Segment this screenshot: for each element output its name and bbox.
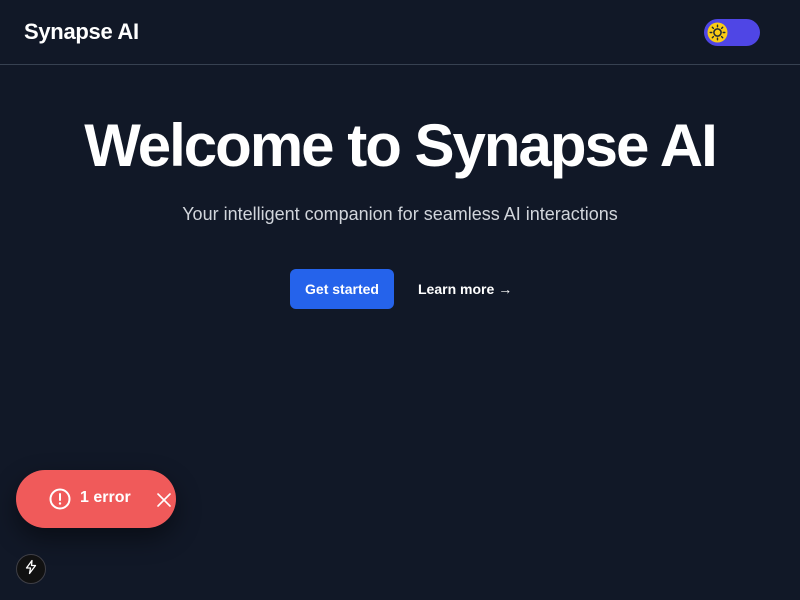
arrow-right-icon: → — [498, 281, 513, 297]
learn-more-label: Learn more — [418, 281, 495, 297]
get-started-button[interactable]: Get started — [290, 269, 394, 309]
sun-icon — [707, 22, 728, 43]
alert-circle-icon — [48, 487, 72, 511]
close-icon[interactable] — [154, 490, 174, 510]
hero-title: Welcome to Synapse AI — [84, 112, 718, 179]
error-count-label: 1 error — [80, 489, 131, 506]
error-toast[interactable]: 1 error — [16, 470, 176, 528]
brand-logo-text[interactable]: Synapse AI — [24, 19, 139, 45]
learn-more-link[interactable]: Learn more → — [418, 279, 512, 299]
dev-tools-button[interactable] — [16, 554, 46, 584]
lightning-bolt-icon — [23, 559, 39, 580]
top-nav: Synapse AI — [0, 0, 800, 65]
hero-subtitle: Your intelligent companion for seamless … — [182, 204, 618, 224]
theme-toggle[interactable] — [704, 19, 760, 46]
